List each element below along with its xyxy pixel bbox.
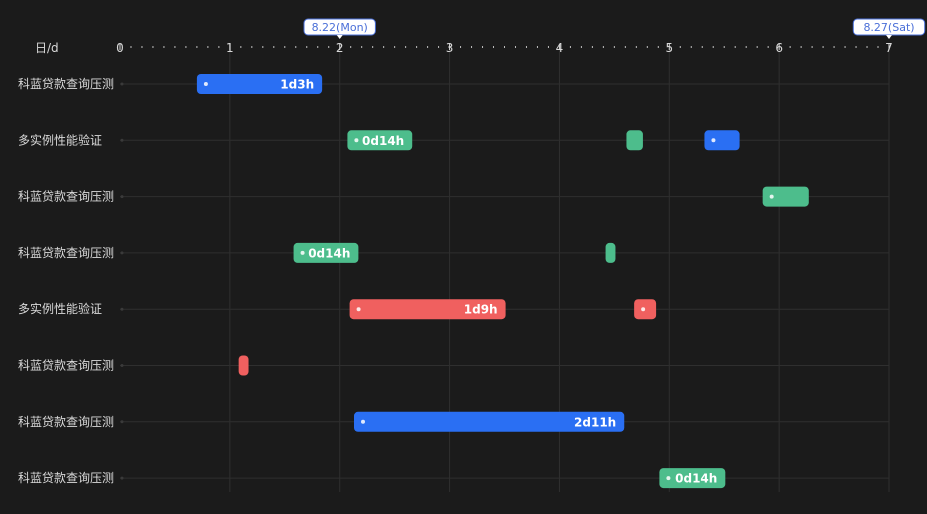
row-label: 科蓝贷款查询压测 xyxy=(18,471,114,485)
x-tick-label: 1 xyxy=(226,41,234,55)
task-bar-dot xyxy=(356,307,361,312)
task-bar-dot xyxy=(711,138,716,143)
task-bar[interactable]: 0d14h xyxy=(659,468,726,489)
x-tick-label: 4 xyxy=(556,41,564,55)
task-bar-duration: 0d14h xyxy=(675,472,717,486)
task-bar[interactable]: 1d9h xyxy=(349,299,506,320)
task-bar-rect[interactable] xyxy=(704,130,740,151)
task-bar-dot xyxy=(641,307,646,312)
task-bar[interactable]: 1d3h xyxy=(196,74,323,94)
task-bar[interactable] xyxy=(704,130,740,151)
x-tick-label: 6 xyxy=(775,41,783,55)
x-axis-unit-label: 日/d xyxy=(35,41,59,55)
task-bar-duration: 1d3h xyxy=(280,78,314,92)
x-tick-label: 0 xyxy=(116,41,124,55)
task-bar-dot xyxy=(769,194,774,199)
row-tick xyxy=(120,420,124,424)
task-bar[interactable]: 2d11h xyxy=(353,411,625,432)
row-label: 科蓝贷款查询压测 xyxy=(18,246,114,260)
date-marker-label: 8.22(Mon) xyxy=(312,21,368,34)
task-bar[interactable] xyxy=(762,186,809,207)
task-bar-rect[interactable] xyxy=(762,186,809,207)
task-bar-rect[interactable] xyxy=(626,130,643,151)
task-bar-duration: 1d9h xyxy=(464,303,498,317)
row-tick xyxy=(120,195,124,199)
row-tick xyxy=(120,82,124,86)
task-bar-duration: 2d11h xyxy=(574,415,616,429)
row-tick xyxy=(120,476,124,480)
task-bar-dot xyxy=(360,419,365,424)
row-label: 科蓝贷款查询压测 xyxy=(18,415,114,429)
chart-background xyxy=(0,0,927,514)
task-bar-dot xyxy=(666,476,671,481)
row-label: 多实例性能验证 xyxy=(18,132,102,147)
x-tick-label: 5 xyxy=(665,41,673,55)
task-bar[interactable]: 0d14h xyxy=(347,130,413,151)
task-bar-dot xyxy=(354,138,359,143)
task-bar-dot xyxy=(300,250,305,255)
task-bar[interactable] xyxy=(238,355,249,376)
x-tick-label: 3 xyxy=(446,41,454,55)
task-bar-dot xyxy=(203,82,208,86)
task-bar[interactable] xyxy=(605,242,616,263)
row-label: 科蓝贷款查询压测 xyxy=(18,359,114,373)
task-bar-duration: 0d14h xyxy=(362,134,404,148)
task-bar[interactable]: 0d14h xyxy=(293,242,359,263)
date-marker-label: 8.27(Sat) xyxy=(863,21,914,34)
row-label: 多实例性能验证 xyxy=(18,301,102,316)
x-tick-label: 2 xyxy=(336,41,344,55)
task-bar[interactable] xyxy=(634,299,657,320)
row-label: 科蓝贷款查询压测 xyxy=(18,77,114,91)
row-tick xyxy=(120,307,124,311)
task-bar-duration: 0d14h xyxy=(308,246,350,260)
task-bar[interactable] xyxy=(626,130,643,151)
x-tick-label: 7 xyxy=(885,41,893,55)
row-tick xyxy=(120,138,124,142)
row-tick xyxy=(120,251,124,255)
gantt-chart: 日/d 0 1 2 3 4 5 6 7 8.22(Mon) 8.27(Sat) 科蓝贷款查询压测… xyxy=(0,0,927,514)
task-bar-rect[interactable] xyxy=(238,355,249,376)
row-tick xyxy=(120,364,124,367)
task-bar-rect[interactable] xyxy=(605,242,616,263)
row-label: 科蓝贷款查询压测 xyxy=(18,190,114,204)
